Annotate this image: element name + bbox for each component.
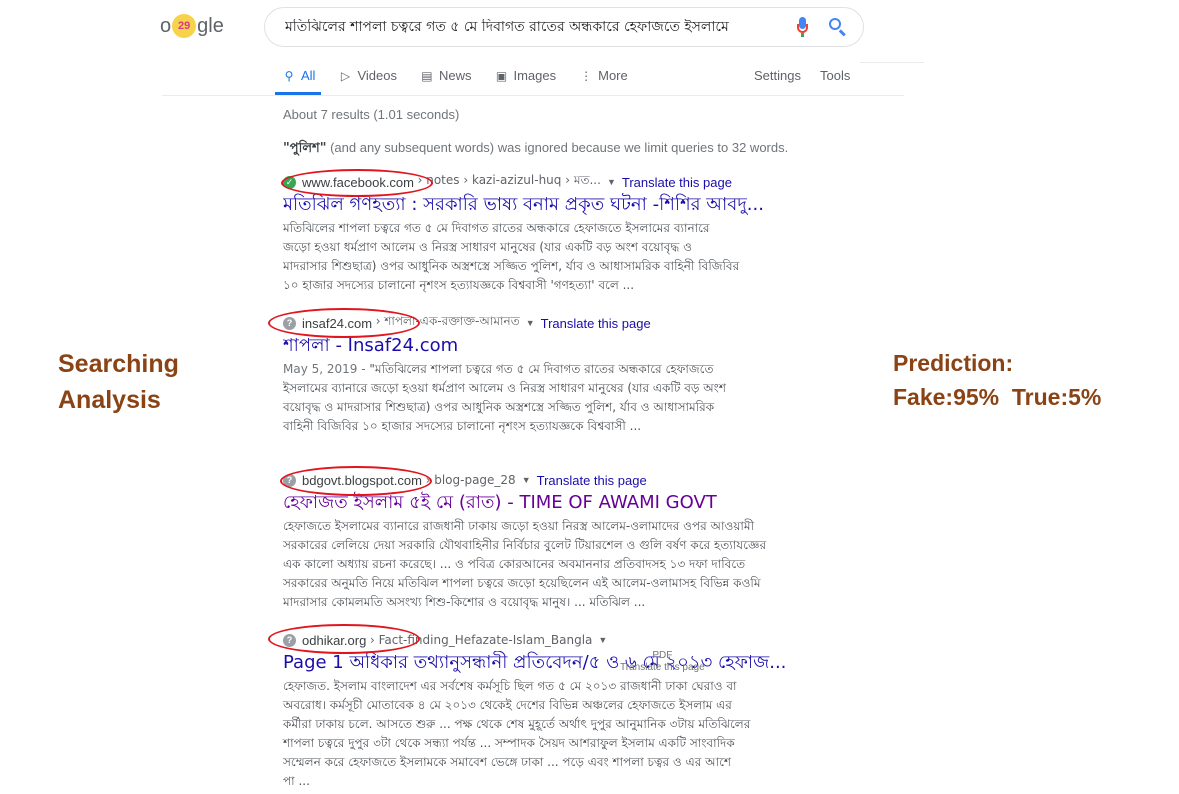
annotation-line: Analysis bbox=[58, 386, 161, 414]
highlight-circle bbox=[268, 624, 420, 654]
snippet-line: ১০ হাজার সদস্যের চালানো নৃশংস হত্যাযজ্ঞক… bbox=[283, 278, 635, 292]
snippet-line: মাদরাসার শিশুছাত্র) ওপর আধুনিক অস্ত্রশস্… bbox=[283, 259, 740, 273]
snippet-line: এক কালো অধ্যায় রচনা করেছে। ... ও পবিত্র… bbox=[283, 557, 746, 571]
result-snippet: হেফাজতে ইসলামের ব্যানারে রাজধানী ঢাকায় … bbox=[283, 517, 853, 612]
tab-videos[interactable]: ▷ Videos bbox=[339, 68, 397, 83]
result-date: May 5, 2019 - bbox=[283, 362, 366, 376]
pdf-translate-overlay: PDF Translate this page bbox=[620, 650, 705, 674]
more-vert-icon: ⋮ bbox=[580, 68, 593, 83]
microphone-icon[interactable] bbox=[795, 16, 809, 38]
snippet-text: "মতিঝিলের শাপলা চত্বরে গত ৫ মে দিবাগত রা… bbox=[369, 362, 714, 376]
search-result: ? odhikar.org › Fact-finding_Hefazate-Is… bbox=[283, 631, 853, 791]
snippet-line: সরকারের লেলিয়ে দেয়া সরকারি যৌথবাহিনীর … bbox=[283, 538, 767, 552]
ignored-word: "পুলিশ" bbox=[283, 141, 327, 156]
tab-label: All bbox=[301, 68, 316, 83]
notice-text: (and any subsequent words) was ignored b… bbox=[326, 140, 789, 155]
tab-news[interactable]: ▤ News bbox=[421, 68, 472, 83]
highlight-circle bbox=[268, 308, 420, 338]
translate-link[interactable]: Translate this page bbox=[622, 175, 732, 190]
logo-text-right: gle bbox=[197, 14, 224, 37]
result-snippet: হেফাজত. ইসলাম বাংলাদেশ এর সর্বশেষ কর্মসূ… bbox=[283, 677, 853, 791]
translate-link[interactable]: Translate this page bbox=[537, 473, 647, 488]
tab-label: Images bbox=[513, 68, 557, 83]
snippet-line: মতিঝিলের শাপলা চত্বরে গত ৫ মে দিবাগত রাত… bbox=[283, 221, 710, 235]
tab-label: More bbox=[598, 68, 628, 83]
result-path: › notes › kazi-azizul-huq › মত... bbox=[417, 173, 601, 187]
caret-down-icon[interactable]: ▼ bbox=[526, 318, 535, 328]
searching-analysis-label: Searching Analysis bbox=[58, 346, 179, 418]
tabs-divider bbox=[162, 95, 904, 96]
video-icon: ▷ bbox=[340, 68, 351, 83]
snippet-line: শাপলা চত্বরে দুপুর ৩টা থেকে সন্ধ্যা পর্য… bbox=[283, 736, 735, 750]
snippet-line: May 5, 2019 - "মতিঝিলের শাপলা চত্বরে গত … bbox=[283, 360, 853, 379]
logo-doodle: 29 bbox=[172, 14, 197, 38]
query-notice: "পুলিশ" (and any subsequent words) was i… bbox=[283, 139, 788, 160]
snippet-line: ইসলামের ব্যানারে জড়ো হওয়া ধর্মপ্রাণ আল… bbox=[283, 381, 726, 395]
news-icon: ▤ bbox=[421, 68, 433, 83]
result-snippet: May 5, 2019 - "মতিঝিলের শাপলা চত্বরে গত … bbox=[283, 360, 853, 436]
tools-link[interactable]: Tools bbox=[820, 68, 850, 83]
tab-more[interactable]: ⋮ More bbox=[580, 68, 628, 83]
annotation-line: Fake:95% True:5% bbox=[893, 384, 1102, 410]
tab-label: News bbox=[438, 68, 472, 83]
snippet-line: অবরোধ। কর্মসূচী মোতাবেক ৪ মে ২০১৩ থেকেই … bbox=[283, 698, 732, 712]
result-title-link[interactable]: শাপলা - Insaf24.com bbox=[283, 334, 853, 358]
pdf-label: PDF bbox=[652, 650, 673, 661]
caret-down-icon[interactable]: ▼ bbox=[598, 635, 607, 645]
snippet-line: বয়োবৃদ্ধ ও মাদরাসার শিশুছাত্র) ওপর আধুন… bbox=[283, 400, 715, 414]
caret-down-icon[interactable]: ▼ bbox=[607, 177, 616, 187]
search-icon[interactable] bbox=[827, 16, 849, 38]
settings-link[interactable]: Settings bbox=[754, 68, 801, 83]
snippet-line: পা ... bbox=[283, 774, 310, 788]
prediction-label: Prediction: Fake:95% True:5% bbox=[893, 346, 1101, 414]
snippet-line: সরকারের অনুমতি নিয়ে মতিঝিল শাপলা চত্বরে… bbox=[283, 576, 761, 590]
translate-link[interactable]: Translate this page bbox=[620, 662, 705, 674]
snippet-line: মাদরাসার কোমলমতি অসংখ্য শিশু-কিশোর ও বয়… bbox=[283, 595, 646, 609]
snippet-line: কর্মীরা ঢাকায় চলে. আসতে শুরু ... পক্ষ থ… bbox=[283, 717, 751, 731]
tab-label: Videos bbox=[357, 68, 397, 83]
annotation-line: Prediction: bbox=[893, 350, 1014, 376]
caret-down-icon[interactable]: ▼ bbox=[522, 475, 531, 485]
result-stats: About 7 results (1.01 seconds) bbox=[283, 107, 460, 122]
search-box bbox=[264, 7, 864, 47]
result-path: › blog-page_28 bbox=[425, 473, 516, 487]
tab-images[interactable]: ▣ Images bbox=[495, 68, 556, 83]
snippet-line: হেফাজতে ইসলামের ব্যানারে রাজধানী ঢাকায় … bbox=[283, 519, 755, 533]
search-input[interactable] bbox=[285, 19, 787, 35]
google-logo[interactable]: o 29 gle bbox=[160, 14, 224, 38]
logo-text-left: o bbox=[160, 14, 172, 37]
search-tabs: ⚲ All ▷ Videos ▤ News ▣ Images ⋮ More bbox=[283, 68, 652, 83]
translate-link[interactable]: Translate this page bbox=[541, 316, 651, 331]
result-title-link[interactable]: Page 1 অধিকার তথ্যানুসন্ধানী প্রতিবেদন/৫… bbox=[283, 651, 853, 675]
header-divider bbox=[860, 62, 924, 63]
snippet-line: হেফাজত. ইসলাম বাংলাদেশ এর সর্বশেষ কর্মসূ… bbox=[283, 679, 737, 693]
tab-all[interactable]: ⚲ All bbox=[283, 68, 316, 83]
highlight-circle bbox=[281, 169, 433, 197]
annotation-line: Searching bbox=[58, 350, 179, 378]
image-icon: ▣ bbox=[495, 68, 508, 83]
result-snippet: মতিঝিলের শাপলা চত্বরে গত ৫ মে দিবাগত রাত… bbox=[283, 219, 853, 295]
snippet-line: জড়ো হওয়া ধর্মপ্রাণ আলেম ও নিরস্ত্র সাধ… bbox=[283, 240, 692, 254]
snippet-line: বাহিনী বিজিবির ১০ হাজার সদস্যের চালানো ন… bbox=[283, 419, 642, 433]
highlight-circle bbox=[280, 466, 432, 496]
snippet-line: সম্মেলন করে হেফাজতে ইসলামকে সমাবেশ ভেঙ্গ… bbox=[283, 755, 732, 769]
search-icon: ⚲ bbox=[284, 68, 294, 83]
